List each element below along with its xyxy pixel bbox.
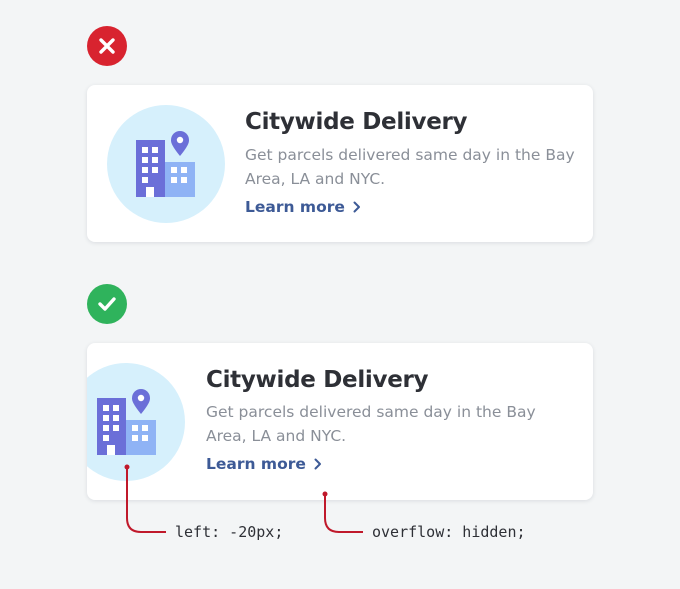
left-offset-annotation: left: -20px; <box>175 523 284 541</box>
annotation-lines <box>124 464 363 533</box>
overflow-annotation: overflow: hidden; <box>372 523 526 541</box>
left-offset-leader <box>126 469 166 533</box>
left-offset-leader-dot <box>124 464 130 470</box>
overflow-leader <box>324 495 363 533</box>
overflow-leader-dot <box>322 491 328 497</box>
